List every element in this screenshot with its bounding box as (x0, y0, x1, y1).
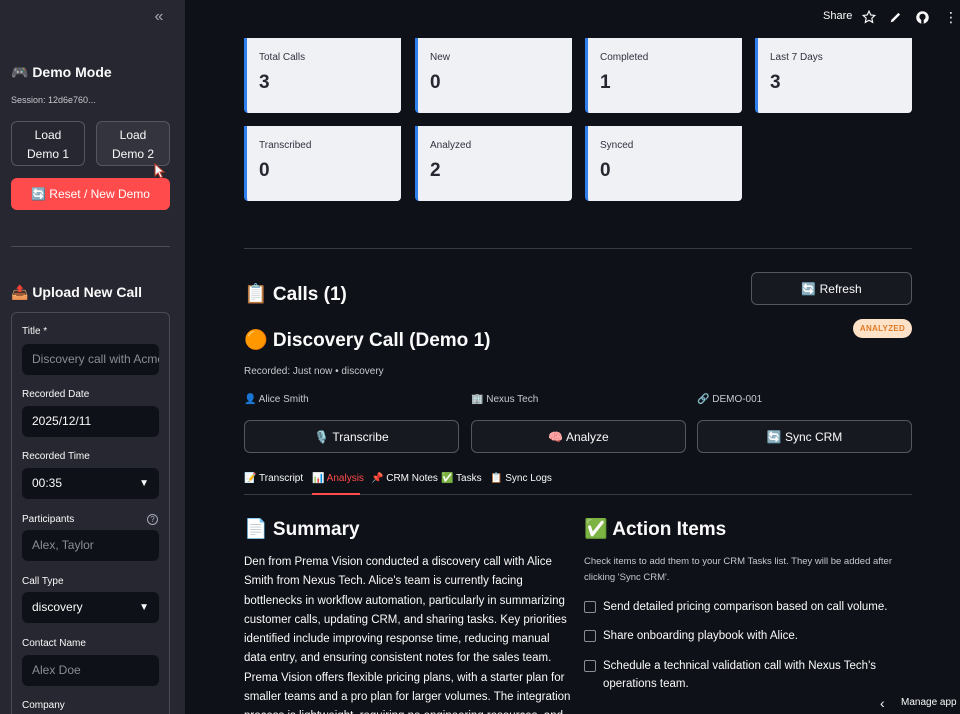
load-demo-1-line2: Demo 1 (26, 147, 70, 161)
metric-label: Total Calls (259, 52, 306, 63)
tab-tasks[interactable]: ✅ Tasks (441, 473, 482, 484)
tab-transcript[interactable]: 📝 Transcript (244, 473, 303, 484)
chevron-left-icon[interactable]: ‹ (880, 696, 885, 710)
active-tab-indicator (312, 493, 360, 495)
upload-call-heading: 📤 Upload New Call (11, 284, 143, 300)
status-badge: ANALYZED (853, 319, 912, 338)
summary-text: Den from Prema Vision conducted a discov… (244, 556, 571, 714)
load-demo-2-line1: Load (119, 128, 147, 142)
metric-label: New (430, 52, 451, 63)
metric-card-new: New 0 (415, 38, 572, 113)
metric-card-total-calls: Total Calls 3 (244, 38, 401, 113)
transcribe-button[interactable]: 🎙️ Transcribe (244, 420, 459, 453)
demo-mode-heading: 🎮 Demo Mode (11, 64, 112, 80)
action-items-note: Check items to add them to your CRM Task… (584, 556, 893, 583)
sync-crm-button[interactable]: 🔄 Sync CRM (697, 420, 912, 453)
checkbox[interactable] (584, 660, 596, 672)
metric-value: 0 (259, 160, 270, 181)
contact-name-label: Contact Name (22, 638, 86, 649)
metric-label: Completed (600, 52, 649, 63)
metric-value: 2 (430, 160, 441, 181)
recorded-time-value: 00:35 (32, 476, 63, 490)
checkbox[interactable] (584, 601, 596, 613)
title-input[interactable]: Discovery call with Acme (22, 344, 159, 375)
sidebar: « 🎮 Demo Mode Session: 12d6e760... Load … (0, 0, 185, 714)
session-id: Session: 12d6e760... (11, 95, 96, 105)
tab-sync-logs[interactable]: 📋 Sync Logs (490, 473, 552, 484)
edit-icon[interactable] (889, 10, 903, 24)
metric-value: 0 (430, 72, 441, 93)
metric-card-last-7-days: Last 7 Days 3 (755, 38, 912, 113)
load-demo-2-button[interactable]: Load Demo 2 (96, 121, 170, 166)
star-icon[interactable] (862, 10, 876, 24)
call-type-select[interactable]: discovery ▼ (22, 592, 159, 623)
call-type-value: discovery (32, 600, 83, 614)
contact-name-input[interactable]: Alex Doe (22, 655, 159, 686)
help-icon[interactable]: ? (147, 514, 158, 525)
metric-card-completed: Completed 1 (585, 38, 742, 113)
tab-crm-notes[interactable]: 📌 CRM Notes (371, 473, 438, 484)
manage-app-button[interactable]: Manage app (901, 697, 957, 708)
github-icon[interactable] (915, 10, 930, 25)
call-company: 🏢 Nexus Tech (471, 394, 539, 405)
metric-label: Synced (600, 140, 634, 151)
recorded-date-label: Recorded Date (22, 389, 90, 400)
metric-label: Transcribed (259, 140, 312, 151)
more-menu-icon[interactable]: ⋮ (944, 8, 958, 26)
refresh-button[interactable]: 🔄 Refresh (751, 272, 912, 305)
call-contact: 👤 Alice Smith (244, 394, 309, 405)
sidebar-divider (11, 246, 170, 247)
chevron-down-icon: ▼ (139, 602, 149, 613)
checkbox[interactable] (584, 630, 596, 642)
action-item-label: Share onboarding playbook with Alice. (603, 630, 798, 642)
load-demo-1-button[interactable]: Load Demo 1 (11, 121, 85, 166)
metric-value: 3 (770, 72, 781, 93)
load-demo-1-line1: Load (34, 128, 62, 142)
metric-card-analyzed: Analyzed 2 (415, 126, 572, 201)
recorded-time-label: Recorded Time (22, 451, 90, 462)
share-button[interactable]: Share (823, 10, 852, 22)
company-label: Company (22, 700, 65, 711)
mouse-cursor-icon (154, 163, 166, 179)
section-divider (244, 248, 912, 249)
load-demo-2-line2: Demo 2 (111, 147, 155, 161)
metric-value: 3 (259, 72, 270, 93)
participants-input[interactable]: Alex, Taylor (22, 530, 159, 561)
collapse-sidebar-icon[interactable]: « (150, 8, 168, 26)
recorded-date-input[interactable]: 2025/12/11 (22, 406, 159, 437)
tab-analysis[interactable]: 📊 Analysis (312, 473, 364, 484)
participants-label: Participants (22, 514, 75, 525)
title-label: Title * (22, 326, 48, 337)
action-items-heading: ✅ Action Items (584, 519, 727, 540)
action-item-label: Send detailed pricing comparison based o… (603, 601, 888, 613)
action-item-label: Schedule a technical validation call wit… (603, 660, 877, 690)
metric-label: Last 7 Days (770, 52, 823, 63)
metric-value: 1 (600, 72, 611, 93)
calls-heading: 📋 Calls (1) (244, 284, 347, 305)
metric-label: Analyzed (430, 140, 472, 151)
analyze-button[interactable]: 🧠 Analyze (471, 420, 686, 453)
call-crm-id: 🔗 DEMO-001 (697, 394, 763, 405)
recorded-time-select[interactable]: 00:35 ▼ (22, 468, 159, 499)
metric-value: 0 (600, 160, 611, 181)
call-title: 🟠 Discovery Call (Demo 1) (244, 330, 491, 351)
metric-card-synced: Synced 0 (585, 126, 742, 201)
call-recorded-meta: Recorded: Just now • discovery (244, 366, 384, 377)
chevron-down-icon: ▼ (139, 478, 149, 489)
metric-card-transcribed: Transcribed 0 (244, 126, 401, 201)
summary-heading: 📄 Summary (244, 519, 360, 540)
reset-demo-button[interactable]: 🔄 Reset / New Demo (11, 178, 170, 210)
call-type-label: Call Type (22, 576, 64, 587)
